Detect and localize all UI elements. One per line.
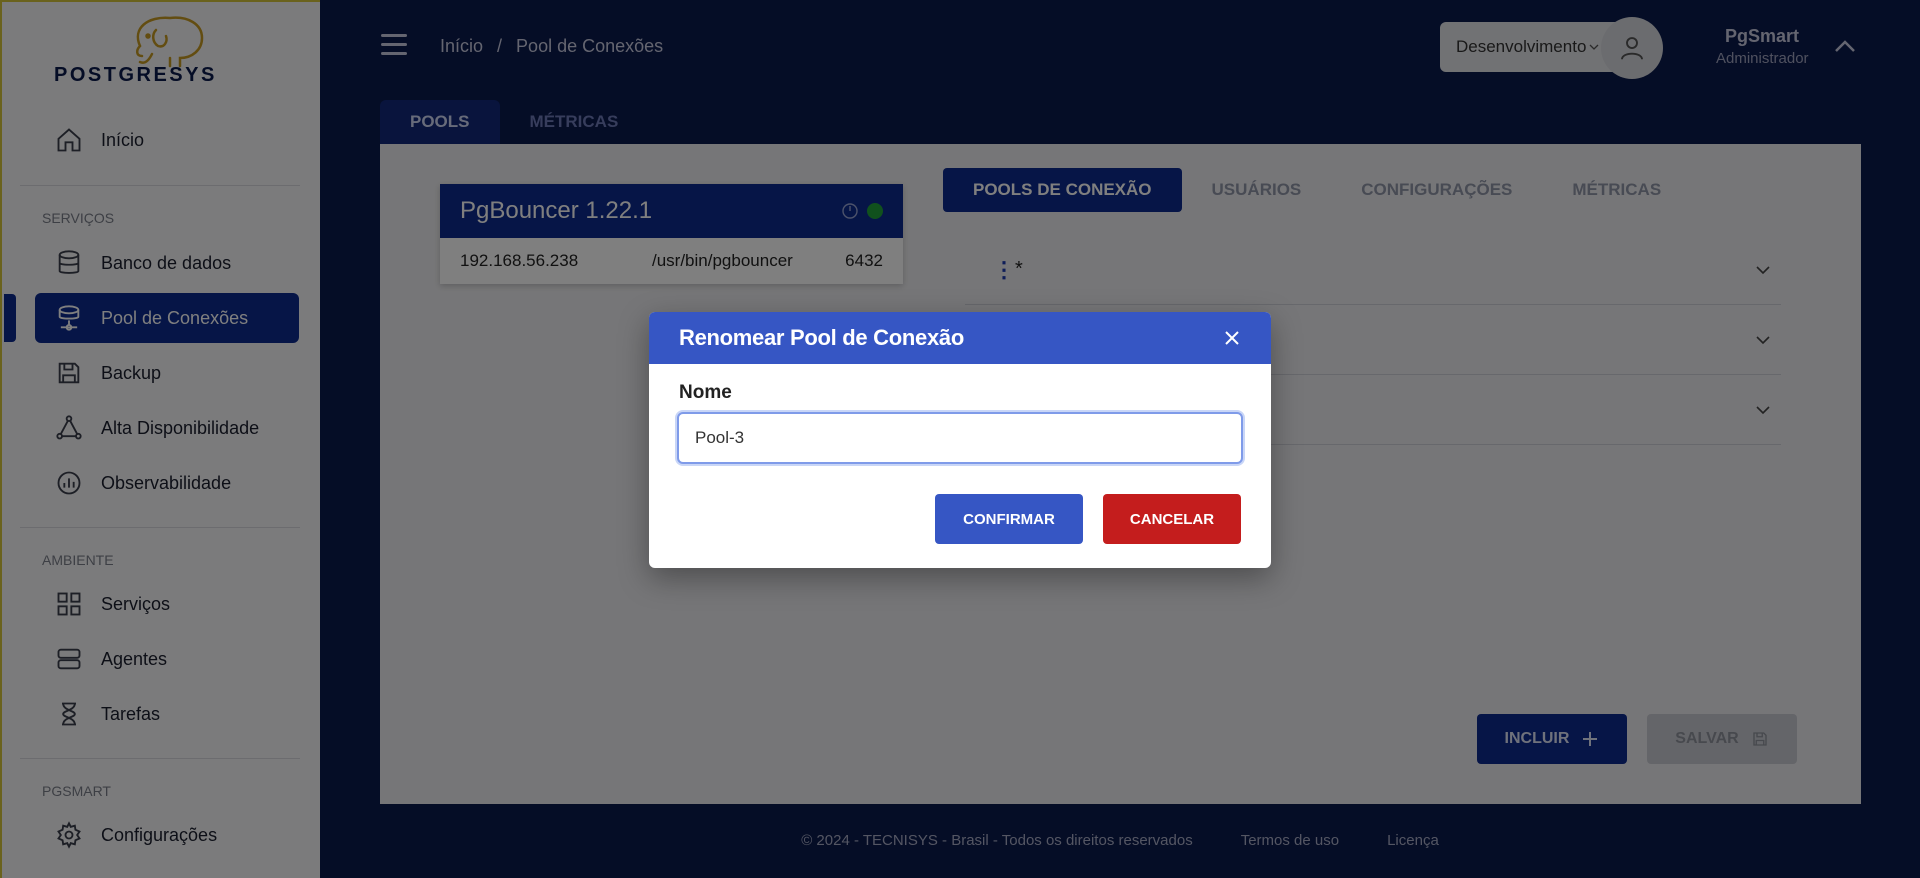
cancel-button[interactable]: CANCELAR: [1103, 494, 1241, 544]
close-icon[interactable]: [1223, 329, 1241, 347]
name-field-label: Nome: [679, 382, 732, 403]
dialog-header: Renomear Pool de Conexão: [649, 312, 1271, 364]
dialog-title: Renomear Pool de Conexão: [679, 325, 964, 350]
pool-name-input[interactable]: [677, 412, 1243, 464]
rename-pool-dialog: Renomear Pool de Conexão Nome CONFIRMAR …: [649, 312, 1271, 568]
confirm-button[interactable]: CONFIRMAR: [935, 494, 1083, 544]
